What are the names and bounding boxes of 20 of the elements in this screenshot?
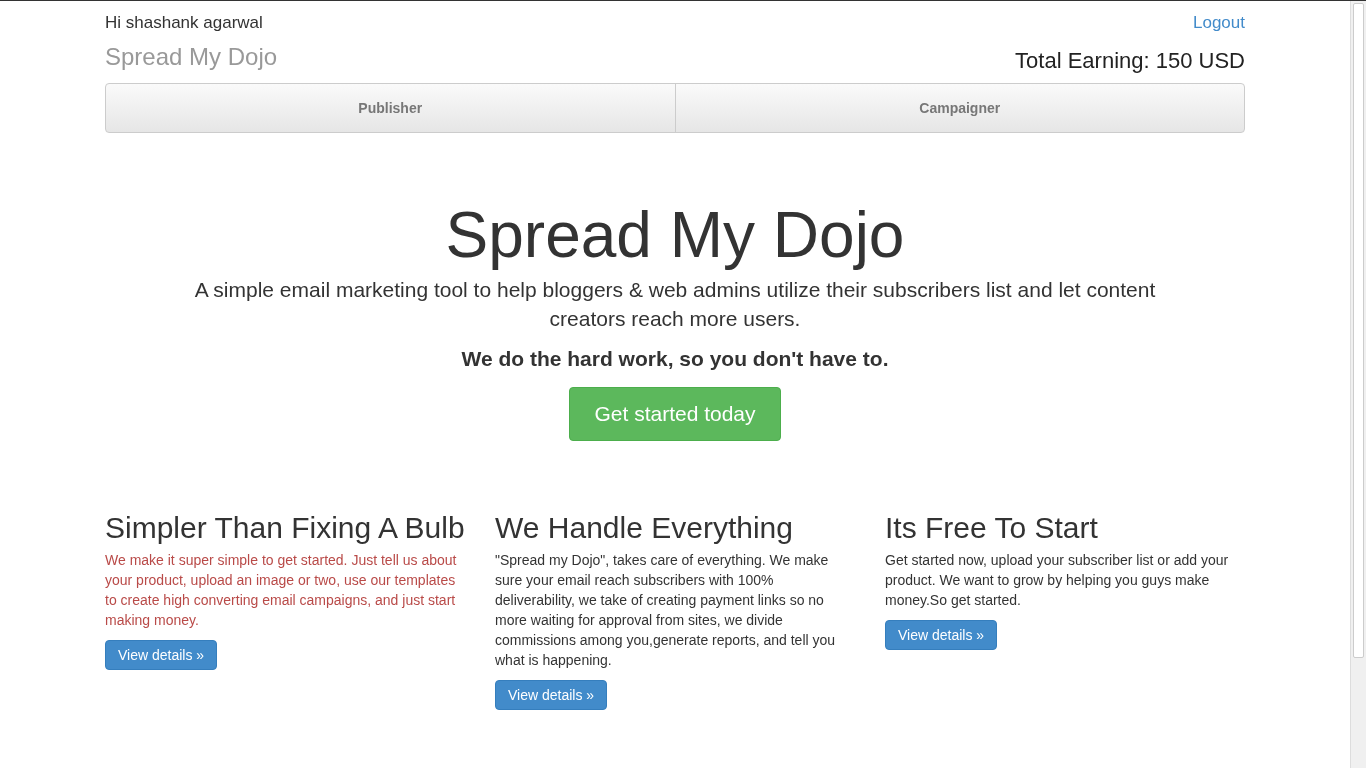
get-started-button[interactable]: Get started today — [569, 387, 781, 441]
view-details-button[interactable]: View details » — [885, 620, 998, 650]
logout-link[interactable]: Logout — [1193, 13, 1245, 33]
view-details-button[interactable]: View details » — [105, 640, 218, 670]
feature-title: Simpler Than Fixing A Bulb — [105, 511, 465, 544]
hero-title: Spread My Dojo — [444, 198, 906, 273]
brand-name: Spread My Dojo — [105, 43, 278, 71]
total-earning: Total Earning: 150 USD — [1015, 48, 1245, 74]
nav-tab[interactable]: Campaigner — [674, 84, 1244, 132]
scrollbar[interactable] — [1350, 1, 1366, 768]
nav-tab[interactable]: Publisher — [106, 84, 675, 132]
feature-text: "Spread my Dojo", takes care of everything. We make sure your email reach subscribers with 100% deliverability, we take of creating payment links so no more waiting for approval from sites, we divide commissions among you,generate reports, and tell you what is happening. — [495, 551, 837, 670]
hero-tagline: We do the hard work, so you don't have to. — [460, 349, 890, 369]
greeting: Hi shashank agarwal — [105, 13, 263, 33]
feature-text: We make it super simple to get started. Just tell us about your product, upload an image or two, use our templates to create high converting email campaigns, and just start making money. — [105, 551, 458, 630]
view-details-button[interactable]: View details » — [495, 680, 608, 710]
feature-title: Its Free To Start — [885, 511, 1099, 544]
feature-text: Get started now, upload your subscriber list or add your product. We want to grow by helping you guys make money.So get started. — [885, 551, 1230, 610]
feature-title: We Handle Everything — [495, 511, 794, 544]
hero-lead: A simple email marketing tool to help bloggers & web admins utilize their subscribers list and let content creators reach more users. — [193, 277, 1157, 332]
